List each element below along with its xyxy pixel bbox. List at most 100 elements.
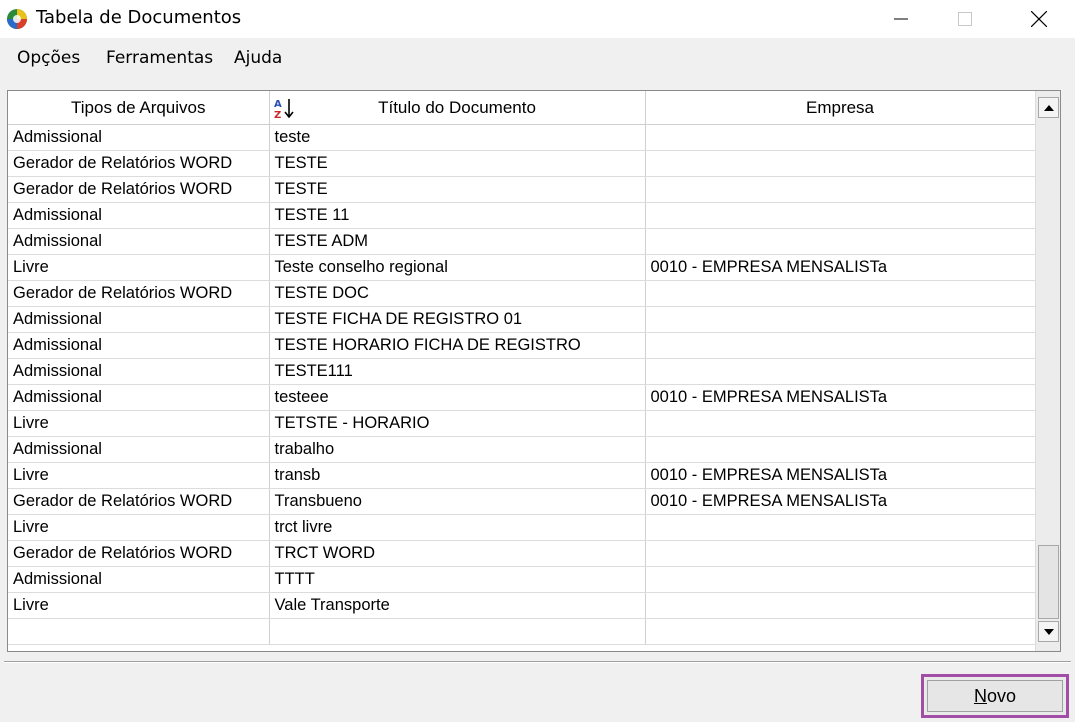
table-cell[interactable] [645,124,1036,151]
table-cell[interactable] [645,150,1036,177]
maximize-button[interactable] [934,0,996,38]
table-cell[interactable] [645,566,1036,593]
table-cell[interactable] [645,618,1036,645]
table-cell[interactable]: 0010 - EMPRESA MENSALISTa [645,384,1036,411]
table-cell[interactable]: Livre [8,514,270,541]
table-cell[interactable]: Admissional [8,566,270,593]
table-row[interactable]: Admissional teste [8,124,1036,151]
footer-separator [4,661,1071,663]
table-cell[interactable] [645,436,1036,463]
table-row[interactable]: Livre transb 0010 - EMPRESA MENSALISTa [8,462,1036,489]
table-cell[interactable]: Admissional [8,306,270,333]
table-row[interactable]: Admissional TESTE111 [8,358,1036,385]
table-cell[interactable]: 0010 - EMPRESA MENSALISTa [645,488,1036,515]
table-row[interactable]: Admissional TTTT [8,566,1036,593]
minimize-icon [894,18,908,20]
table-cell[interactable]: Gerador de Relatórios WORD [8,150,270,177]
table-cell[interactable] [645,410,1036,437]
scroll-thumb[interactable] [1038,545,1059,619]
table-cell[interactable]: TRCT WORD [269,540,646,567]
table-cell[interactable]: TESTE FICHA DE REGISTRO 01 [269,306,646,333]
table-cell[interactable]: Gerador de Relatórios WORD [8,280,270,307]
table-cell[interactable]: Admissional [8,436,270,463]
table-row[interactable]: Gerador de Relatórios WORD TRCT WORD [8,540,1036,567]
table-cell[interactable] [269,618,646,645]
close-button[interactable] [1008,0,1070,38]
table-cell[interactable]: Teste conselho regional [269,254,646,281]
table-row[interactable]: Admissional TESTE FICHA DE REGISTRO 01 [8,306,1036,333]
column-header-tipos[interactable]: Tipos de Arquivos [8,91,270,125]
table-row[interactable]: Admissional TESTE ADM [8,228,1036,255]
table-cell[interactable]: Livre [8,410,270,437]
table-cell[interactable] [645,514,1036,541]
table-cell[interactable]: Livre [8,254,270,281]
menu-opcoes[interactable]: Opções [17,48,80,68]
table-cell[interactable]: Gerador de Relatórios WORD [8,540,270,567]
table-row[interactable]: Livre Teste conselho regional 0010 - EMPRE… [8,254,1036,281]
table-row[interactable]: Admissional TESTE HORARIO FICHA DE REGIST… [8,332,1036,359]
table-row[interactable]: Livre trct livre [8,514,1036,541]
table-cell[interactable] [645,176,1036,203]
close-icon [1031,11,1047,27]
menu-ajuda[interactable]: Ajuda [234,48,282,68]
table-cell[interactable] [645,280,1036,307]
table-cell[interactable]: Livre [8,592,270,619]
table-row[interactable]: Admissional testeee 0010 - EMPRESA MENSALI… [8,384,1036,411]
table-row[interactable] [8,618,1036,645]
table-cell[interactable] [645,306,1036,333]
table-row[interactable]: Livre TETSTE - HORARIO [8,410,1036,437]
table-row[interactable]: Gerador de Relatórios WORD TESTE DOC [8,280,1036,307]
scroll-down-button[interactable] [1038,621,1059,642]
table-body: Admissional teste Gerador de Relatórios WO… [8,124,1036,645]
novo-button[interactable]: Novo [921,674,1069,718]
table-row[interactable]: Livre Vale Transporte [8,592,1036,619]
table-cell[interactable]: TESTE DOC [269,280,646,307]
table-row[interactable]: Admissional TESTE 11 [8,202,1036,229]
table-cell[interactable]: Admissional [8,384,270,411]
table-cell[interactable]: TESTE111 [269,358,646,385]
table-cell[interactable]: 0010 - EMPRESA MENSALISTa [645,462,1036,489]
table-cell[interactable]: TESTE HORARIO FICHA DE REGISTRO [269,332,646,359]
table-cell[interactable]: Gerador de Relatórios WORD [8,176,270,203]
documents-grid[interactable]: Tipos de Arquivos A Z Título do Document… [7,90,1061,652]
table-cell[interactable]: Admissional [8,228,270,255]
table-cell[interactable]: Gerador de Relatórios WORD [8,488,270,515]
minimize-button[interactable] [870,0,932,38]
table-row[interactable]: Gerador de Relatórios WORD TESTE [8,150,1036,177]
table-cell[interactable]: Admissional [8,124,270,151]
table-cell[interactable] [645,358,1036,385]
table-cell[interactable]: Admissional [8,358,270,385]
table-cell[interactable]: Vale Transporte [269,592,646,619]
column-header-empresa[interactable]: Empresa [645,91,1036,125]
table-cell[interactable]: transb [269,462,646,489]
table-row[interactable]: Gerador de Relatórios WORD TESTE [8,176,1036,203]
table-cell[interactable] [645,332,1036,359]
table-cell[interactable]: trct livre [269,514,646,541]
table-cell[interactable]: Admissional [8,332,270,359]
table-cell[interactable]: Admissional [8,202,270,229]
table-cell[interactable]: teste [269,124,646,151]
table-cell[interactable] [8,618,270,645]
table-cell[interactable]: TESTE ADM [269,228,646,255]
table-cell[interactable] [645,228,1036,255]
table-cell[interactable]: testeee [269,384,646,411]
table-cell[interactable]: 0010 - EMPRESA MENSALISTa [645,254,1036,281]
scroll-up-button[interactable] [1038,97,1059,118]
vertical-scrollbar[interactable] [1035,91,1060,651]
menu-ferramentas[interactable]: Ferramentas [106,48,213,68]
table-cell[interactable]: TTTT [269,566,646,593]
table-cell[interactable] [645,540,1036,567]
table-cell[interactable] [645,202,1036,229]
menu-bar: Opções Ferramentas Ajuda [0,38,1075,78]
table-cell[interactable]: TESTE 11 [269,202,646,229]
column-header-titulo[interactable]: A Z Título do Documento [269,91,646,125]
table-cell[interactable]: TESTE [269,176,646,203]
table-row[interactable]: Gerador de Relatórios WORD Transbueno 0010… [8,488,1036,515]
table-row[interactable]: Admissional trabalho [8,436,1036,463]
table-cell[interactable]: trabalho [269,436,646,463]
table-cell[interactable] [645,592,1036,619]
table-cell[interactable]: TETSTE - HORARIO [269,410,646,437]
table-cell[interactable]: Transbueno [269,488,646,515]
table-cell[interactable]: Livre [8,462,270,489]
table-cell[interactable]: TESTE [269,150,646,177]
